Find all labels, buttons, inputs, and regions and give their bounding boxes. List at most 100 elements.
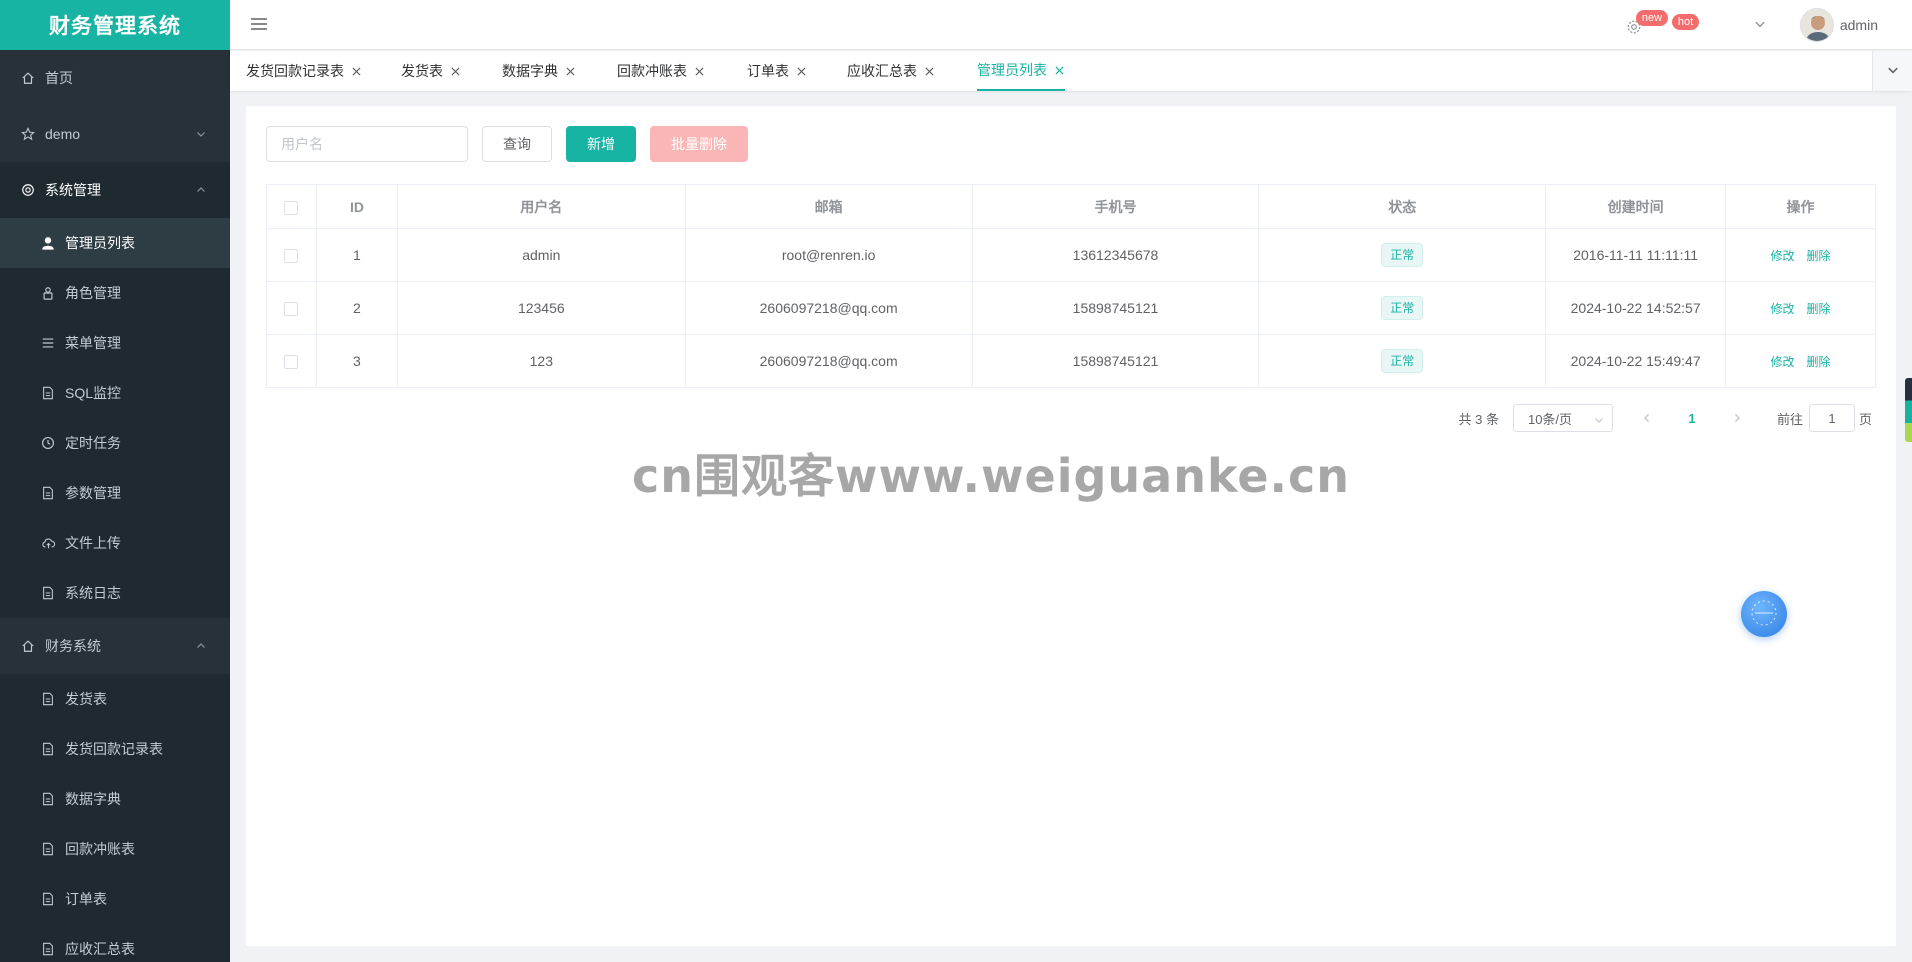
hamburger-menu-icon[interactable]	[250, 15, 270, 35]
tab-data-dictionary[interactable]: 数据字典	[502, 51, 576, 91]
gear-icon	[20, 182, 36, 198]
status-badge: 正常	[1381, 243, 1424, 267]
tab-bar: 发货回款记录表 发货表 数据字典 回款冲账表 订单表 应收汇总表 管理员列表	[230, 51, 1912, 91]
goto-prefix: 前往	[1776, 411, 1803, 427]
delete-link[interactable]: 删除	[1807, 249, 1831, 263]
sidebar-item-label: 发货回款记录表	[65, 741, 163, 757]
cell-username: 123	[396, 334, 686, 388]
chevron-down-icon	[1754, 17, 1766, 33]
batch-delete-button[interactable]: 批量删除	[650, 126, 748, 162]
page-size-select[interactable]: 10条/页	[1512, 404, 1613, 432]
delete-link[interactable]: 删除	[1807, 302, 1831, 316]
document-icon	[40, 841, 56, 857]
row-checkbox[interactable]	[284, 302, 299, 317]
table-row: 1 admin root@renren.io 13612345678 正常 20…	[266, 228, 1876, 282]
search-toolbar: 查询 新增 批量删除	[266, 126, 748, 162]
delete-link[interactable]: 删除	[1807, 355, 1831, 369]
tab-admin-list[interactable]: 管理员列表	[977, 51, 1065, 91]
close-icon[interactable]	[795, 65, 807, 77]
edit-link[interactable]: 修改	[1771, 249, 1795, 263]
chevron-down-icon	[1887, 63, 1899, 79]
sidebar-item-menu-management[interactable]: 菜单管理	[0, 318, 230, 368]
sidebar-item-label: 角色管理	[65, 285, 121, 301]
tab-label: 订单表	[747, 63, 789, 79]
table-row: 2 123456 2606097218@qq.com 15898745121 正…	[266, 281, 1876, 335]
column-header-id: ID	[315, 184, 398, 229]
sidebar-item-data-dictionary[interactable]: 数据字典	[0, 774, 230, 824]
close-icon[interactable]	[693, 65, 705, 77]
next-page-button[interactable]	[1722, 404, 1752, 432]
page-number[interactable]: 1	[1677, 404, 1707, 432]
table-row: 3 123 2606097218@qq.com 15898745121 正常 2…	[266, 334, 1876, 388]
tabs-more-button[interactable]	[1872, 51, 1912, 91]
close-icon[interactable]	[350, 65, 362, 77]
floating-assistant-button[interactable]	[1741, 591, 1787, 637]
sidebar-item-label: 定时任务	[65, 435, 121, 451]
sidebar-item-file-upload[interactable]: 文件上传	[0, 518, 230, 568]
sidebar-item-label: 发货表	[65, 691, 107, 707]
select-all-checkbox[interactable]	[284, 200, 299, 215]
document-icon	[40, 741, 56, 757]
sidebar-item-home[interactable]: 首页	[0, 50, 230, 106]
column-header-mobile: 手机号	[971, 184, 1260, 229]
notification-button[interactable]: hot	[1670, 0, 1710, 50]
prev-page-button[interactable]	[1632, 404, 1662, 432]
close-icon[interactable]	[1053, 64, 1065, 76]
sidebar-item-demo[interactable]: demo	[0, 106, 230, 162]
watermark: cn围观客www.weiguanke.cn	[632, 449, 1351, 503]
role-icon	[40, 285, 56, 301]
close-icon[interactable]	[564, 65, 576, 77]
goto-page-input[interactable]	[1808, 404, 1855, 432]
edit-link[interactable]: 修改	[1771, 302, 1795, 316]
username[interactable]: admin	[1840, 17, 1878, 33]
tab-shipping[interactable]: 发货表	[401, 51, 461, 91]
close-icon[interactable]	[449, 65, 461, 77]
sidebar-item-scheduled-tasks[interactable]: 定时任务	[0, 418, 230, 468]
tab-payment-offset[interactable]: 回款冲账表	[617, 51, 705, 91]
sidebar-item-sql-monitor[interactable]: SQL监控	[0, 368, 230, 418]
chevron-down-icon	[194, 127, 208, 141]
cell-id: 3	[315, 334, 398, 388]
avatar[interactable]	[1799, 8, 1834, 42]
row-checkbox[interactable]	[284, 249, 299, 264]
add-button[interactable]: 新增	[566, 126, 636, 162]
edit-link[interactable]: 修改	[1771, 355, 1795, 369]
sidebar-item-finance-system[interactable]: 财务系统	[0, 618, 230, 674]
sidebar-item-label: 财务系统	[45, 638, 101, 654]
sidebar-item-parameters[interactable]: 参数管理	[0, 468, 230, 518]
query-button[interactable]: 查询	[482, 126, 552, 162]
tab-orders[interactable]: 订单表	[747, 51, 807, 91]
sidebar-item-role-management[interactable]: 角色管理	[0, 268, 230, 318]
sidebar-item-label: 订单表	[65, 891, 107, 907]
sidebar-item-label: 文件上传	[65, 535, 121, 551]
username-search-input[interactable]	[266, 126, 468, 162]
sidebar-item-system-log[interactable]: 系统日志	[0, 568, 230, 618]
sidebar-item-shipping-payment-records[interactable]: 发货回款记录表	[0, 724, 230, 774]
menu-list-icon	[40, 335, 56, 351]
column-header-status: 状态	[1258, 184, 1547, 229]
sidebar-item-payment-offset[interactable]: 回款冲账表	[0, 824, 230, 874]
column-header-created: 创建时间	[1545, 184, 1727, 229]
row-checkbox[interactable]	[284, 355, 299, 370]
scroll-indicator[interactable]	[1905, 378, 1912, 442]
cell-email: root@renren.io	[684, 228, 973, 282]
close-icon[interactable]	[923, 65, 935, 77]
sidebar-item-label: demo	[45, 126, 81, 142]
settings-button[interactable]: new	[1614, 0, 1669, 50]
sidebar-item-system-management[interactable]: 系统管理	[0, 162, 230, 218]
sidebar-item-receivables-summary[interactable]: 应收汇总表	[0, 924, 230, 962]
admin-table: ID 用户名 邮箱 手机号 状态 创建时间 操作 1 admin root@re…	[266, 184, 1876, 388]
sidebar-item-shipping[interactable]: 发货表	[0, 674, 230, 724]
user-icon	[40, 235, 56, 251]
tab-shipping-payment-records[interactable]: 发货回款记录表	[246, 51, 362, 91]
cell-email: 2606097218@qq.com	[684, 334, 973, 388]
pagination-total: 共 3 条	[1458, 411, 1499, 427]
sidebar-item-label: 管理员列表	[65, 235, 135, 251]
status-badge: 正常	[1381, 296, 1424, 320]
dropdown-toggle[interactable]	[1740, 0, 1780, 50]
tab-receivables-summary[interactable]: 应收汇总表	[847, 51, 935, 91]
hot-badge: hot	[1671, 14, 1700, 30]
sidebar-item-orders[interactable]: 订单表	[0, 874, 230, 924]
assistant-icon	[1749, 598, 1779, 631]
sidebar-item-admin-list[interactable]: 管理员列表	[0, 218, 230, 268]
